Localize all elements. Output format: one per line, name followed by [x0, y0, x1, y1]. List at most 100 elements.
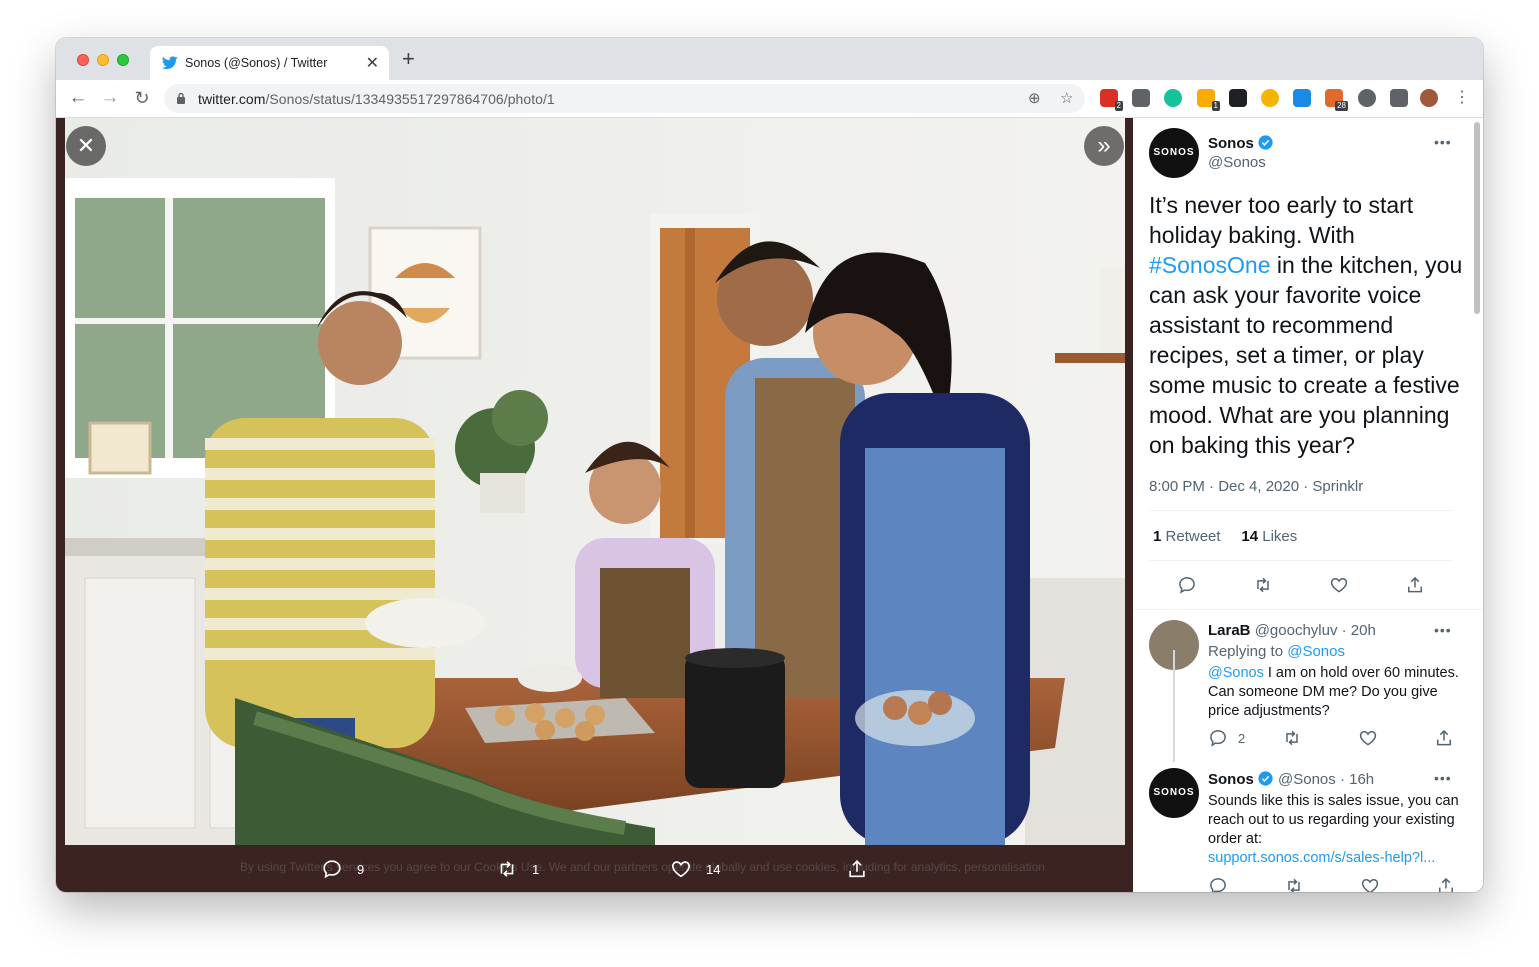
reply-text: @Sonos I am on hold over 60 minutes. Can…: [1208, 665, 1459, 719]
extension-4-icon[interactable]: 1: [1197, 89, 1220, 111]
reply-header: LaraB @goochyluv · 20h: [1208, 622, 1376, 639]
retweets-stat[interactable]: 1 Retweet: [1153, 528, 1221, 545]
extension-8-icon[interactable]: 28: [1325, 89, 1348, 111]
divider: [1149, 560, 1453, 561]
skype-icon[interactable]: [1293, 89, 1311, 107]
tab-strip: Sonos (@Sonos) / Twitter ✕ +: [56, 38, 1483, 80]
divider: [1149, 510, 1453, 511]
browser-tab[interactable]: Sonos (@Sonos) / Twitter ✕: [150, 46, 389, 80]
share-icon[interactable]: [1405, 575, 1425, 595]
reply-action[interactable]: 9: [321, 858, 364, 880]
likes-stat[interactable]: 14 Likes: [1241, 528, 1297, 545]
author-avatar[interactable]: SONOS: [1149, 128, 1199, 178]
sidebar-scrollbar[interactable]: [1474, 122, 1480, 314]
extension-6-icon[interactable]: [1261, 89, 1279, 107]
browser-toolbar: ← → ↻ twitter.com/Sonos/status/133493551…: [56, 80, 1483, 118]
tweet-photo[interactable]: [65, 118, 1125, 845]
bookmark-star-icon[interactable]: ☆: [1060, 89, 1073, 107]
extension-badge: 1: [1211, 101, 1220, 111]
tweet-action-row: [1177, 575, 1425, 595]
add-site-icon[interactable]: ⊕: [1028, 89, 1041, 107]
like-action[interactable]: 14: [670, 858, 720, 880]
tweet-text: It’s never too early to start holiday ba…: [1149, 192, 1463, 458]
zoom-window-button[interactable]: [117, 54, 129, 66]
page-content: ✕ » By using Twitter's services you agre…: [56, 118, 1483, 892]
heart-icon[interactable]: [1360, 876, 1380, 892]
url-text: twitter.com/Sonos/status/133493551729786…: [198, 91, 555, 107]
close-tab-icon[interactable]: ✕: [366, 53, 379, 73]
puzzle-icon[interactable]: [1390, 89, 1408, 107]
reply-handle-time[interactable]: @Sonos · 16h: [1278, 771, 1374, 788]
author-handle[interactable]: @Sonos: [1208, 154, 1266, 171]
author-name-row[interactable]: Sonos: [1208, 134, 1274, 152]
reply-icon: [323, 860, 341, 879]
twitter-bird-icon: [162, 56, 178, 70]
media-action-bar: By using Twitter's services you agree to…: [56, 845, 1133, 892]
minimize-window-button[interactable]: [97, 54, 109, 66]
thread-line: [1173, 650, 1175, 762]
pocket-icon[interactable]: [1132, 89, 1150, 107]
more-options-icon[interactable]: •••: [1434, 770, 1452, 786]
reply-text: Sounds like this is sales issue, you can…: [1208, 793, 1459, 847]
tab-title: Sonos (@Sonos) / Twitter: [185, 56, 328, 70]
profile-avatar[interactable]: [1420, 89, 1438, 107]
close-media-button[interactable]: ✕: [66, 126, 106, 166]
verified-badge-icon: [1258, 771, 1273, 786]
share-icon: [849, 860, 865, 878]
share-action[interactable]: [846, 858, 868, 880]
extension-badge: 2: [1114, 101, 1123, 111]
like-count: 14: [706, 861, 721, 877]
new-tab-button[interactable]: +: [402, 48, 415, 70]
reply-count: 9: [357, 861, 365, 877]
retweet-icon[interactable]: [1282, 728, 1302, 748]
heart-icon[interactable]: [1358, 728, 1378, 748]
expand-sidebar-button[interactable]: »: [1084, 126, 1124, 166]
reply-icon[interactable]: [1208, 728, 1228, 748]
retweet-count: 1: [532, 861, 540, 877]
mention-link[interactable]: @Sonos: [1208, 665, 1264, 681]
tweet-sidebar: SONOS Sonos @Sonos ••• It’s never too ea…: [1133, 118, 1483, 892]
reply-count: 2: [1238, 730, 1246, 746]
reply-action-row: [1208, 876, 1456, 892]
author-name: Sonos: [1208, 135, 1254, 152]
grammarly-icon[interactable]: [1164, 89, 1182, 107]
hashtag-link[interactable]: #SonosOne: [1149, 252, 1270, 278]
reply-avatar[interactable]: SONOS: [1149, 768, 1199, 818]
more-options-icon[interactable]: •••: [1434, 622, 1452, 638]
reply-handle-time[interactable]: @goochyluv · 20h: [1255, 622, 1376, 639]
tweet-timestamp[interactable]: 8:00 PM · Dec 4, 2020 · Sprinklr: [1149, 478, 1363, 495]
share-icon[interactable]: [1434, 728, 1454, 748]
more-options-icon[interactable]: •••: [1434, 134, 1452, 150]
tweet-stats: 1 Retweet 14 Likes: [1153, 528, 1297, 545]
reload-icon[interactable]: ↻: [130, 86, 154, 110]
reply-icon[interactable]: [1177, 575, 1197, 595]
reply-action-row: 2: [1208, 728, 1454, 748]
verified-badge-icon: [1258, 135, 1273, 150]
replying-to: Replying to @Sonos: [1208, 643, 1345, 660]
extension-1-icon[interactable]: 2: [1100, 89, 1123, 111]
extension-badge: 28: [1335, 101, 1348, 111]
reply-author-name[interactable]: LaraB: [1208, 622, 1251, 639]
cloud-icon[interactable]: [1358, 89, 1376, 107]
support-link[interactable]: support.sonos.com/s/sales-help?l...: [1208, 849, 1435, 868]
divider: [1133, 609, 1483, 610]
replying-to-link[interactable]: @Sonos: [1287, 643, 1345, 660]
close-window-button[interactable]: [77, 54, 89, 66]
retweet-icon: [500, 861, 514, 877]
retweet-action[interactable]: 1: [496, 858, 539, 880]
address-bar[interactable]: twitter.com/Sonos/status/133493551729786…: [164, 84, 1085, 113]
retweet-icon[interactable]: [1253, 575, 1273, 595]
lock-icon: [177, 92, 185, 104]
heart-icon: [672, 861, 690, 878]
browser-window: Sonos (@Sonos) / Twitter ✕ + ← → ↻ twitt…: [56, 38, 1483, 892]
kebab-menu-icon[interactable]: ⋮: [1450, 86, 1474, 110]
heart-icon[interactable]: [1329, 575, 1349, 595]
reply-author-name[interactable]: Sonos: [1208, 771, 1254, 788]
retweet-icon[interactable]: [1284, 876, 1304, 892]
share-icon[interactable]: [1436, 876, 1456, 892]
media-viewer: ✕ » By using Twitter's services you agre…: [56, 118, 1133, 892]
reply-icon[interactable]: [1208, 876, 1228, 892]
extension-5-icon[interactable]: [1229, 89, 1247, 107]
forward-arrow-icon[interactable]: →: [98, 86, 122, 110]
back-arrow-icon[interactable]: ←: [66, 86, 90, 110]
